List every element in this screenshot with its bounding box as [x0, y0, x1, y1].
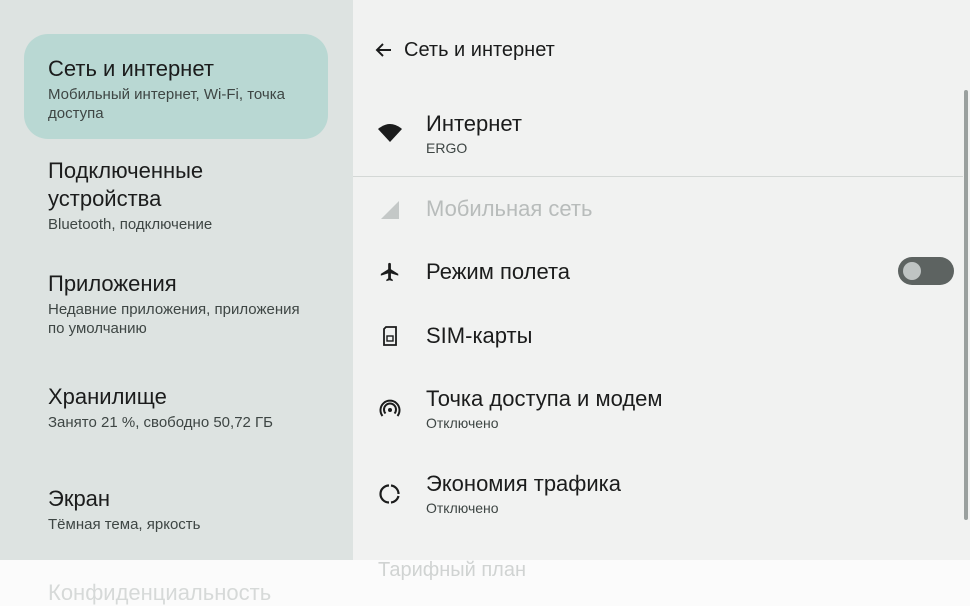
- setting-internet[interactable]: Интернет ERGO: [353, 110, 953, 160]
- setting-text: Интернет ERGO: [426, 110, 522, 157]
- setting-title: SIM-карты: [426, 323, 533, 348]
- signal-icon: [377, 197, 403, 223]
- nav-item-display[interactable]: Экран Тёмная тема, яркость: [24, 485, 328, 534]
- setting-airplane-mode[interactable]: Режим полета: [353, 258, 953, 286]
- setting-title: Режим полета: [426, 259, 571, 284]
- setting-text: SIM-карты: [426, 322, 532, 350]
- setting-sim-cards[interactable]: SIM-карты: [353, 322, 953, 350]
- toggle-knob: [903, 262, 921, 280]
- sim-card-icon: [377, 323, 403, 349]
- nav-item-storage[interactable]: Хранилище Занято 21 %, свободно 50,72 ГБ: [24, 383, 328, 432]
- nav-item-network-internet[interactable]: Сеть и интернет Мобильный интернет, Wi-F…: [24, 34, 328, 139]
- nav-item-connected-devices[interactable]: Подключенные устройства Bluetooth, подкл…: [24, 157, 328, 234]
- nav-item-subtitle: Занято 21 %, свободно 50,72 ГБ: [48, 414, 274, 431]
- setting-mobile-network[interactable]: Мобильная сеть: [353, 195, 953, 223]
- setting-subtitle: Отключено: [426, 500, 499, 516]
- setting-text: Экономия трафика Отключено: [426, 470, 621, 517]
- divider: [353, 176, 963, 177]
- nav-item-title: Приложения: [48, 271, 177, 296]
- setting-text: Мобильная сеть: [426, 195, 592, 223]
- nav-item-subtitle: Bluetooth, подключение: [48, 216, 213, 233]
- setting-subtitle: Отключено: [426, 415, 499, 431]
- page-header: Сеть и интернет: [372, 36, 555, 64]
- setting-hotspot[interactable]: Точка доступа и модем Отключено: [353, 385, 953, 435]
- nav-item-subtitle: Мобильный интернет, Wi-Fi, точка доступа: [48, 86, 285, 122]
- hotspot-icon: [377, 396, 403, 422]
- nav-item-privacy[interactable]: Конфиденциальность: [48, 580, 271, 606]
- setting-text: Точка доступа и модем Отключено: [426, 385, 663, 432]
- setting-text: Режим полета: [426, 258, 570, 286]
- setting-title: Интернет: [426, 111, 522, 136]
- nav-item-apps[interactable]: Приложения Недавние приложения, приложен…: [24, 270, 328, 338]
- setting-data-saver[interactable]: Экономия трафика Отключено: [353, 470, 953, 520]
- nav-item-subtitle: Недавние приложения, приложения по умолч…: [48, 301, 300, 337]
- page-title: Сеть и интернет: [404, 38, 555, 61]
- setting-subtitle: ERGO: [426, 140, 468, 156]
- wifi-icon: [377, 120, 403, 146]
- setting-title: Экономия трафика: [426, 471, 622, 496]
- nav-item-subtitle: Тёмная тема, яркость: [48, 516, 201, 533]
- nav-item-title: Хранилище: [48, 384, 167, 409]
- nav-item-title: Подключенные устройства: [48, 158, 204, 211]
- back-arrow-icon[interactable]: [372, 39, 394, 61]
- setting-title: Мобильная сеть: [426, 196, 593, 221]
- setting-title: Точка доступа и модем: [426, 386, 663, 411]
- nav-item-title: Сеть и интернет: [48, 56, 214, 81]
- airplane-icon: [377, 259, 403, 285]
- airplane-mode-toggle[interactable]: [898, 257, 954, 285]
- data-saver-icon: [377, 481, 403, 507]
- nav-item-title: Экран: [48, 486, 111, 511]
- setting-data-plan[interactable]: Тарифный план: [378, 559, 526, 582]
- scrollbar[interactable]: [964, 90, 968, 520]
